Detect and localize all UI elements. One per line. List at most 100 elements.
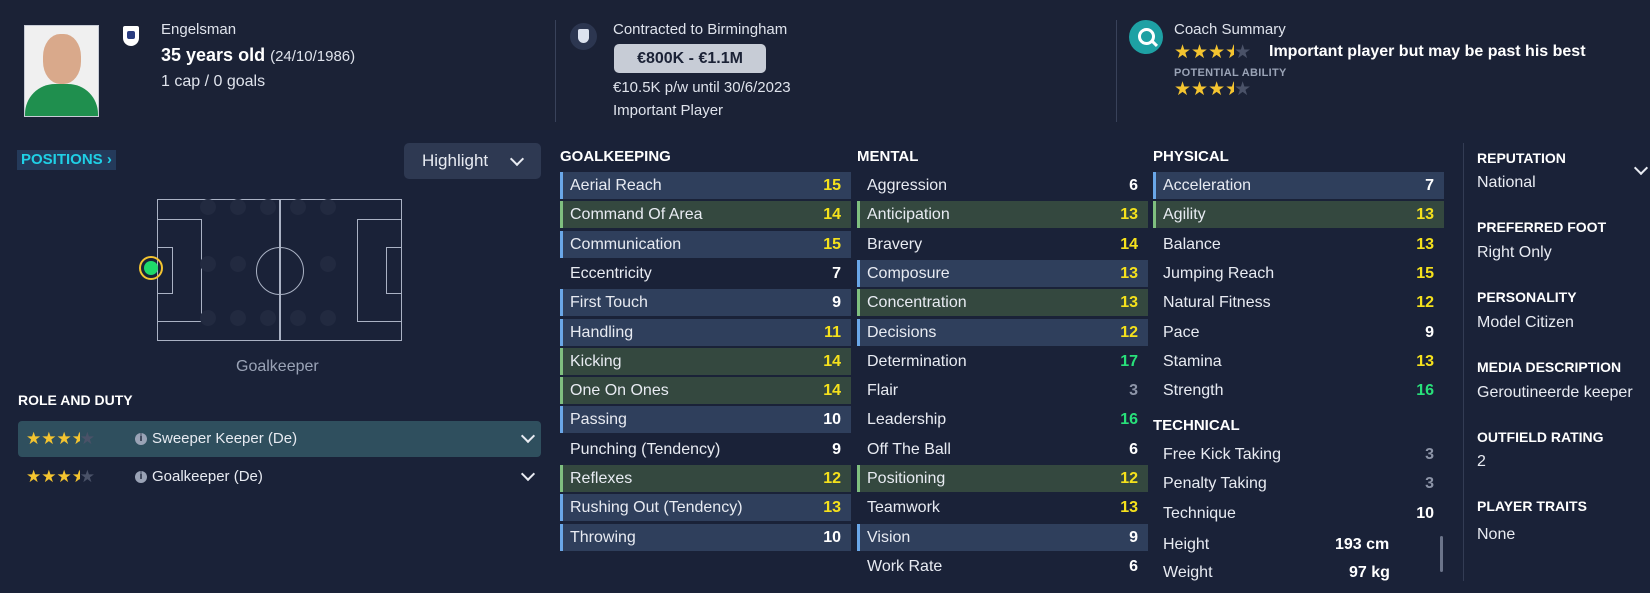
attribute-row[interactable]: Agility 13 bbox=[1153, 201, 1444, 229]
attribute-row[interactable]: Determination 17 bbox=[857, 348, 1148, 375]
attribute-name: One On Ones bbox=[570, 382, 669, 400]
info-divider bbox=[1463, 143, 1464, 581]
attribute-row[interactable]: Work Rate 6 bbox=[857, 553, 1148, 580]
scrollbar[interactable] bbox=[1440, 536, 1443, 572]
role-row[interactable]: ★★★★★ i Goalkeeper (De) bbox=[18, 459, 541, 495]
coach-summary-text: Important player but may be past his bes… bbox=[1269, 43, 1586, 60]
attribute-row[interactable]: Command Of Area 14 bbox=[560, 201, 851, 229]
attribute-value: 6 bbox=[1129, 557, 1138, 575]
attribute-name: Work Rate bbox=[867, 557, 943, 575]
info-icon[interactable]: i bbox=[135, 433, 147, 445]
transfer-value-badge[interactable]: €800K - €1.1M bbox=[614, 44, 766, 73]
attribute-row[interactable]: Jumping Reach 15 bbox=[1153, 260, 1444, 287]
attribute-value: 14 bbox=[823, 206, 841, 224]
attribute-row[interactable]: Technique 10 bbox=[1153, 500, 1444, 527]
attribute-row[interactable]: Aggression 6 bbox=[857, 172, 1148, 199]
attribute-name: Acceleration bbox=[1163, 177, 1252, 194]
england-crest-icon bbox=[123, 26, 139, 46]
attribute-row[interactable]: Composure 13 bbox=[857, 259, 1148, 287]
attribute-row[interactable]: Teamwork 13 bbox=[857, 494, 1148, 521]
attribute-row[interactable]: Eccentricity 7 bbox=[560, 260, 851, 287]
attribute-name: Decisions bbox=[867, 323, 937, 341]
outfield-rating-label: OUTFIELD RATING bbox=[1477, 429, 1604, 445]
attribute-value: 3 bbox=[1425, 475, 1434, 493]
attribute-row[interactable]: First Touch 9 bbox=[560, 289, 851, 317]
attribute-value: 7 bbox=[832, 264, 841, 282]
attribute-name: First Touch bbox=[570, 294, 648, 312]
potential-ability-label: POTENTIAL ABILITY bbox=[1174, 67, 1287, 79]
attribute-row[interactable]: Positioning 12 bbox=[857, 465, 1148, 492]
chevron-down-icon bbox=[509, 151, 525, 167]
attribute-row[interactable]: Anticipation 13 bbox=[857, 201, 1148, 229]
reputation-value: National bbox=[1477, 174, 1536, 191]
media-description-label: MEDIA DESCRIPTION bbox=[1477, 359, 1622, 375]
attribute-row[interactable]: Passing 10 bbox=[560, 406, 851, 434]
position-name: Goalkeeper bbox=[236, 358, 319, 375]
attribute-row[interactable]: Stamina 13 bbox=[1153, 348, 1444, 375]
position-pitch bbox=[157, 199, 402, 341]
squad-status: Important Player bbox=[613, 102, 724, 119]
attribute-name: Throwing bbox=[570, 528, 636, 546]
attribute-row[interactable]: Free Kick Taking 3 bbox=[1153, 441, 1444, 468]
club-crest-icon bbox=[570, 23, 597, 50]
attribute-value: 13 bbox=[1416, 235, 1434, 253]
attribute-name: Aggression bbox=[867, 177, 948, 194]
attribute-name: Rushing Out (Tendency) bbox=[570, 499, 743, 517]
chevron-down-icon[interactable] bbox=[1633, 160, 1649, 176]
attribute-name: Teamwork bbox=[867, 499, 940, 517]
attribute-value: 10 bbox=[823, 411, 841, 429]
chevron-down-icon[interactable] bbox=[520, 428, 536, 444]
search-icon[interactable] bbox=[1129, 20, 1163, 54]
highlight-dropdown[interactable]: Highlight bbox=[404, 143, 541, 179]
header-divider bbox=[1116, 20, 1117, 122]
attribute-value: 9 bbox=[832, 440, 841, 458]
goalkeeping-title: GOALKEEPING bbox=[560, 148, 671, 165]
attribute-name: Penalty Taking bbox=[1163, 475, 1267, 493]
attribute-name: Off The Ball bbox=[867, 440, 951, 458]
attribute-row[interactable]: Pace 9 bbox=[1153, 319, 1444, 346]
attribute-row[interactable]: Natural Fitness 12 bbox=[1153, 289, 1444, 316]
reputation-label: REPUTATION bbox=[1477, 150, 1566, 166]
attribute-row[interactable]: Handling 11 bbox=[560, 318, 851, 346]
attribute-row[interactable]: Rushing Out (Tendency) 13 bbox=[560, 494, 851, 522]
attribute-name: Communication bbox=[570, 235, 682, 253]
attribute-value: 11 bbox=[824, 323, 841, 341]
weight-value: 97 kg bbox=[1349, 564, 1390, 581]
goalkeeper-position-marker[interactable] bbox=[139, 256, 163, 280]
attribute-row[interactable]: Penalty Taking 3 bbox=[1153, 470, 1444, 497]
info-icon[interactable]: i bbox=[135, 471, 147, 483]
attribute-row[interactable]: One On Ones 14 bbox=[560, 377, 851, 405]
positions-link[interactable]: POSITIONS › bbox=[17, 150, 116, 170]
attribute-value: 9 bbox=[832, 294, 841, 312]
attribute-row[interactable]: Strength 16 bbox=[1153, 377, 1444, 404]
role-stars: ★★★★★ bbox=[26, 429, 95, 448]
attribute-name: Flair bbox=[867, 382, 899, 400]
attribute-row[interactable]: Leadership 16 bbox=[857, 406, 1148, 433]
attribute-row[interactable]: Bravery 14 bbox=[857, 231, 1148, 258]
player-traits-value: None bbox=[1477, 526, 1516, 543]
attribute-row[interactable]: Punching (Tendency) 9 bbox=[560, 436, 851, 463]
mental-title: MENTAL bbox=[857, 148, 919, 165]
attribute-row[interactable]: Decisions 12 bbox=[857, 318, 1148, 346]
attribute-name: Kicking bbox=[570, 352, 622, 370]
attribute-row[interactable]: Kicking 14 bbox=[560, 347, 851, 375]
attribute-row[interactable]: Communication 15 bbox=[560, 230, 851, 258]
attribute-row[interactable]: Acceleration 7 bbox=[1153, 172, 1444, 199]
attribute-row[interactable]: Vision 9 bbox=[857, 523, 1148, 551]
attribute-name: Punching (Tendency) bbox=[570, 440, 721, 458]
attribute-row[interactable]: Flair 3 bbox=[857, 377, 1148, 404]
attribute-row[interactable]: Reflexes 12 bbox=[560, 465, 851, 492]
role-row[interactable]: ★★★★★ i Sweeper Keeper (De) bbox=[18, 421, 541, 457]
attribute-value: 15 bbox=[823, 177, 841, 194]
attribute-row[interactable]: Off The Ball 6 bbox=[857, 436, 1148, 463]
attribute-name: Agility bbox=[1163, 206, 1206, 224]
attribute-name: Composure bbox=[867, 264, 950, 282]
attribute-row[interactable]: Concentration 13 bbox=[857, 289, 1148, 317]
attribute-name: Bravery bbox=[867, 235, 923, 253]
attribute-row[interactable]: Throwing 10 bbox=[560, 523, 851, 551]
attribute-row[interactable]: Aerial Reach 15 bbox=[560, 172, 851, 199]
attribute-row[interactable]: Balance 13 bbox=[1153, 231, 1444, 258]
chevron-down-icon[interactable] bbox=[520, 466, 536, 482]
attribute-value: 14 bbox=[823, 352, 841, 370]
header-divider bbox=[555, 20, 556, 122]
